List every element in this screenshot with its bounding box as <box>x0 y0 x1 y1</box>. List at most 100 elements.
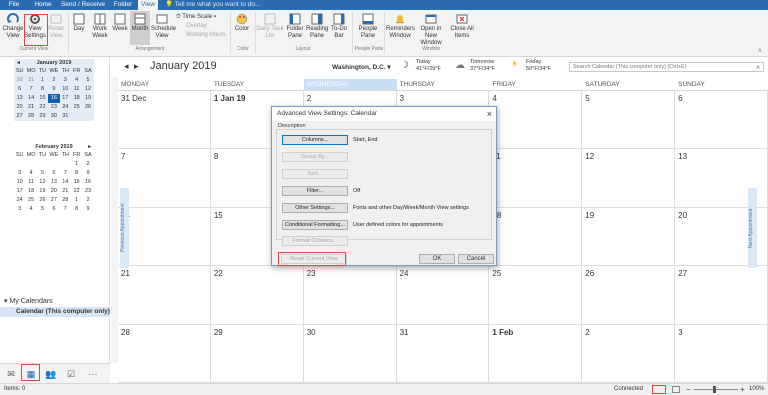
close-all-items-button[interactable]: Close All Items <box>448 13 476 40</box>
mini-calendar-day[interactable]: 4 <box>25 169 36 178</box>
mini-calendar-day[interactable] <box>25 160 36 169</box>
next-month-arrow-icon[interactable]: ▸ <box>88 143 91 151</box>
mini-calendar-day[interactable]: 27 <box>14 112 25 121</box>
mini-calendar-day[interactable]: 8 <box>71 169 82 178</box>
mini-calendar-day[interactable]: 18 <box>25 187 36 196</box>
sort-button[interactable]: Sort... <box>282 169 348 179</box>
mini-calendar-day[interactable]: 26 <box>37 196 48 205</box>
mini-calendar-day[interactable]: 16 <box>48 94 60 103</box>
mini-calendar-day[interactable]: 5 <box>82 76 93 85</box>
mini-calendar-day[interactable] <box>48 160 59 169</box>
day-cell[interactable]: 29 <box>210 324 304 383</box>
mini-calendar-day[interactable] <box>71 112 82 121</box>
tab-folder[interactable]: Folder <box>110 0 136 10</box>
day-cell[interactable]: 14 <box>118 207 211 267</box>
mini-calendar-day[interactable]: 24 <box>14 196 25 205</box>
cancel-button[interactable]: Cancel <box>458 254 494 264</box>
mini-calendar-day[interactable]: 6 <box>14 85 25 94</box>
people-icon[interactable]: 👥 <box>44 367 58 381</box>
mini-calendar-day[interactable]: 6 <box>48 169 59 178</box>
mini-calendar-day[interactable]: 31 <box>60 112 71 121</box>
mini-calendar-day[interactable]: 3 <box>14 205 25 214</box>
overlay-button[interactable]: Overlay <box>186 22 207 30</box>
day-cell[interactable]: 23 <box>303 266 397 325</box>
mini-calendar-day[interactable]: 19 <box>82 94 93 103</box>
tasks-icon[interactable]: ☑ <box>64 367 78 381</box>
prev-arrow-icon[interactable]: ◂ <box>124 61 129 72</box>
day-cell[interactable]: 18 <box>489 207 583 267</box>
more-icon[interactable]: ··· <box>86 367 100 381</box>
mini-calendar-day[interactable]: 28 <box>25 112 36 121</box>
mini-calendar-day[interactable]: 23 <box>48 103 59 112</box>
mini-calendar-day[interactable]: 7 <box>60 205 71 214</box>
day-cell[interactable]: 26 <box>582 266 676 325</box>
mini-calendar-day[interactable]: 6 <box>48 205 59 214</box>
day-cell[interactable]: 24 <box>396 266 490 325</box>
day-cell[interactable]: 21 <box>118 266 211 325</box>
mini-calendar-day[interactable]: 20 <box>14 103 25 112</box>
location-dropdown[interactable]: Washington, D.C. ▾ <box>332 63 391 71</box>
mini-calendar-day[interactable]: 8 <box>71 205 82 214</box>
calendar-folder-item[interactable]: Calendar (This computer only) <box>0 307 110 317</box>
mini-calendar-day[interactable]: 9 <box>48 85 59 94</box>
day-cell[interactable]: 27 <box>675 266 768 325</box>
day-cell[interactable]: 3 <box>675 324 768 383</box>
mini-calendar-day[interactable]: 12 <box>82 85 93 94</box>
daily-task-list-button[interactable]: Daily Task List <box>256 13 284 40</box>
mini-calendar-day[interactable]: 27 <box>48 196 59 205</box>
mini-calendar-day[interactable]: 17 <box>14 187 25 196</box>
filter-button[interactable]: Filter... <box>282 186 348 196</box>
day-cell[interactable]: 30 <box>303 324 397 383</box>
mini-calendar-day[interactable]: 5 <box>37 169 48 178</box>
mini-calendar-day[interactable]: 7 <box>25 85 36 94</box>
day-cell[interactable]: 31 Dec <box>118 91 211 150</box>
tab-view[interactable]: View <box>138 0 158 10</box>
day-view-button[interactable]: Day <box>70 13 88 33</box>
next-appointment-button[interactable]: Next Appointment <box>748 188 757 268</box>
collapse-ribbon-icon[interactable]: ˄ <box>758 48 762 55</box>
zoom-slider[interactable] <box>694 389 738 390</box>
tab-home[interactable]: Home <box>30 0 56 10</box>
mini-calendar-day[interactable]: 9 <box>82 205 93 214</box>
day-cell[interactable]: 1 Feb <box>489 324 583 383</box>
schedule-view-button[interactable]: Schedule View <box>151 13 176 40</box>
mini-calendar-day[interactable]: 9 <box>82 169 93 178</box>
mini-calendar-day[interactable]: 2 <box>82 160 93 169</box>
zoom-in-icon[interactable]: + <box>740 384 745 395</box>
day-cell[interactable]: 25 <box>489 266 583 325</box>
mini-calendar-day[interactable]: 18 <box>71 94 82 103</box>
mini-calendar-day[interactable]: 19 <box>37 187 48 196</box>
mini-calendar-day[interactable]: 22 <box>37 103 48 112</box>
mini-calendar-day[interactable] <box>14 160 25 169</box>
tab-file[interactable]: File <box>2 0 26 10</box>
mini-calendar-day[interactable]: 2 <box>48 76 59 85</box>
other-settings-button[interactable]: Other Settings... <box>282 203 348 213</box>
working-hours-button[interactable]: Working Hours <box>186 31 226 39</box>
day-cell[interactable]: 31 <box>396 324 490 383</box>
mini-calendar-day[interactable]: 7 <box>60 169 71 178</box>
mini-calendar-day[interactable]: 21 <box>25 103 36 112</box>
mini-calendar-day[interactable]: 8 <box>37 85 48 94</box>
mini-calendar-day[interactable]: 2 <box>82 196 93 205</box>
mail-icon[interactable]: ✉ <box>4 367 18 381</box>
time-scale-dropdown[interactable]: ⏱ Time Scale ▾ <box>176 13 216 21</box>
format-columns-button[interactable]: Format Columns... <box>282 236 348 246</box>
day-cell[interactable]: 7 <box>118 149 211 208</box>
mini-calendar-day[interactable]: 5 <box>37 205 48 214</box>
mini-calendar-day[interactable] <box>60 160 71 169</box>
mini-calendar-day[interactable]: 13 <box>48 178 59 187</box>
group-by-button[interactable]: Group By... <box>282 152 348 162</box>
previous-appointment-button[interactable]: Previous Appointment <box>120 188 129 268</box>
reading-pane-button[interactable]: Reading Pane <box>306 13 328 40</box>
mini-calendar-day[interactable]: 23 <box>82 187 93 196</box>
columns-button[interactable]: Columns... <box>282 135 348 145</box>
folder-pane-button[interactable]: Folder Pane <box>284 13 306 40</box>
mini-calendar-day[interactable] <box>37 160 48 169</box>
todo-bar-button[interactable]: To-Do Bar <box>328 13 350 40</box>
mini-calendar-day[interactable]: 28 <box>60 196 71 205</box>
next-arrow-icon[interactable]: ▸ <box>134 61 139 72</box>
reset-view-button[interactable]: Reset View <box>46 13 66 40</box>
mini-calendar-day[interactable]: 4 <box>71 76 82 85</box>
close-icon[interactable]: × <box>487 107 492 121</box>
day-cell[interactable]: 22 <box>210 266 304 325</box>
